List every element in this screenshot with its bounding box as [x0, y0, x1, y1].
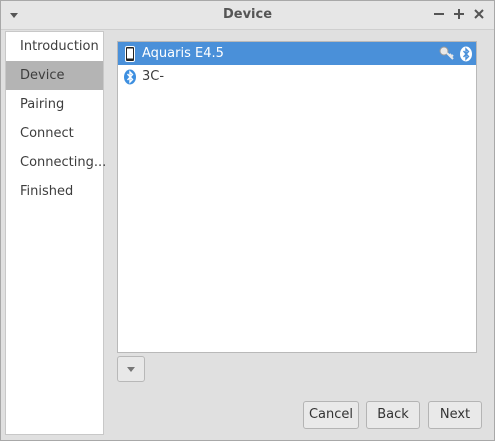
window-title: Device	[222, 7, 273, 22]
sidebar-item-device: Device	[6, 61, 103, 90]
sidebar-item-connect: Connect	[20, 126, 74, 141]
phone-icon	[125, 46, 135, 62]
device-name: Aquaris E4.5	[142, 46, 224, 61]
sidebar-item-finished: Finished	[20, 184, 74, 199]
device-type-dropdown-button[interactable]	[117, 356, 145, 382]
sidebar-item-pairing: Pairing	[20, 97, 65, 112]
sidebar-item-introduction: Introduction	[20, 39, 99, 54]
device-name: 3C-	[142, 69, 165, 84]
maximize-icon[interactable]	[452, 7, 466, 21]
wizard-steps-sidebar: Introduction Device Pairing Connect Conn…	[5, 31, 107, 435]
device-list[interactable]: Aquaris E4.5 3C-	[117, 41, 477, 353]
bluetooth-icon	[124, 69, 136, 85]
close-icon[interactable]	[472, 7, 486, 21]
back-button[interactable]: Back	[366, 401, 420, 429]
title-bar: Device	[1, 1, 494, 30]
device-row[interactable]: Aquaris E4.5	[118, 42, 476, 65]
key-icon	[439, 46, 454, 60]
next-button[interactable]: Next	[428, 401, 482, 429]
device-row[interactable]: 3C-	[118, 65, 476, 88]
cancel-button[interactable]: Cancel	[303, 401, 359, 429]
minimize-icon[interactable]	[432, 7, 446, 21]
bluetooth-icon	[460, 46, 472, 62]
sidebar-item-connecting: Connecting...	[20, 155, 107, 170]
wizard-window: Device Introduction Device Pairing Conne…	[0, 0, 495, 441]
chevron-down-icon	[127, 367, 135, 372]
